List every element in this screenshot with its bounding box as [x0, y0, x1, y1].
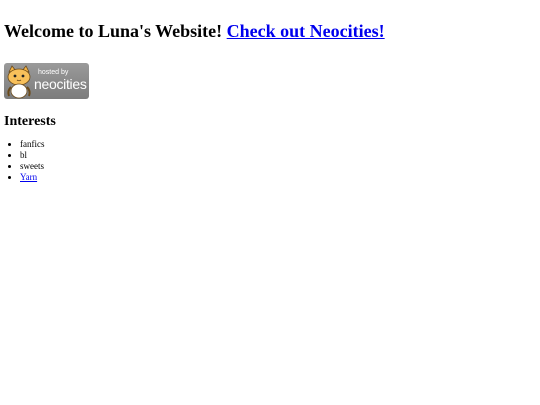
list-item-sweets: sweets [20, 161, 536, 172]
interests-heading: Interests [4, 114, 56, 129]
interest-label: fanfics [20, 139, 45, 149]
hosted-by-neocities-badge[interactable]: hosted by neocities [4, 63, 89, 99]
page-title: Welcome to Luna's Website! Check out Neo… [4, 0, 536, 42]
interests-list: fanfics bl sweets Yarn [4, 139, 536, 183]
list-item-yarn: Yarn [20, 172, 536, 183]
neocities-link[interactable]: Check out Neocities! [227, 21, 385, 41]
yarn-link[interactable]: Yarn [20, 172, 37, 182]
interest-label: sweets [20, 161, 44, 171]
badge-brand-text: neocities [34, 76, 87, 92]
page: Welcome to Luna's Website! Check out Neo… [0, 0, 540, 405]
list-item-bl: bl [20, 150, 536, 161]
interest-label: bl [20, 150, 28, 160]
list-item-fanfics: fanfics [20, 139, 536, 150]
page-title-text: Welcome to Luna's Website! [4, 21, 223, 41]
neocities-cat-icon [7, 65, 31, 99]
badge-hosted-text: hosted by [38, 69, 69, 76]
